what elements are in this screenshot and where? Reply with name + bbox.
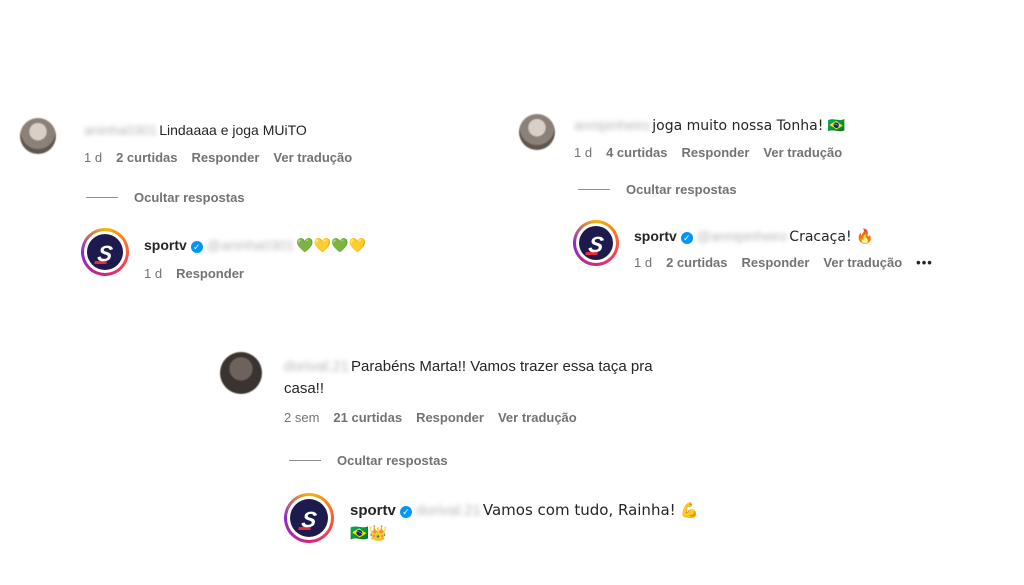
translate-button[interactable]: Ver tradução — [498, 410, 577, 425]
sportv-logo[interactable]: S — [81, 228, 129, 276]
avatar[interactable] — [20, 118, 56, 154]
mention-blurred[interactable]: @aninha0301 — [207, 236, 294, 254]
reply-username[interactable]: sportv — [144, 237, 187, 253]
reply-button[interactable]: Responder — [682, 145, 750, 160]
reply-time: 1 d — [144, 266, 163, 281]
more-options-icon[interactable]: ••• — [916, 255, 933, 270]
comment-text: joga muito nossa Tonha! 🇧🇷 — [652, 118, 846, 134]
reply-username[interactable]: sportv — [350, 502, 396, 519]
username-blurred[interactable]: aninha0301 — [84, 121, 157, 139]
comment-row: aninha0301 Lindaaaa e joga MUiTO — [84, 121, 307, 139]
reply-button[interactable]: Responder — [742, 255, 810, 270]
reply-button[interactable]: Responder — [176, 266, 244, 281]
hide-replies-button[interactable]: Ocultar respostas — [289, 453, 448, 468]
reply-meta: 1 d Responder — [144, 266, 258, 281]
comment-text-line1: Parabéns Marta!! Vamos trazer essa taça … — [351, 358, 653, 375]
reply-text-line1: Vamos com tudo, Rainha! 💪 — [482, 501, 700, 519]
avatar[interactable] — [519, 114, 555, 150]
reply-time: 1 d — [634, 255, 653, 270]
verified-badge-icon: ✓ — [399, 506, 412, 518]
username-blurred[interactable]: dorival.21 — [284, 356, 349, 378]
sportv-logo-letter: S — [299, 506, 318, 532]
translate-button[interactable]: Ver tradução — [763, 145, 842, 160]
translate-button[interactable]: Ver tradução — [273, 150, 352, 165]
hide-replies-button[interactable]: Ocultar respostas — [578, 182, 737, 197]
comment-time: 1 d — [574, 145, 593, 160]
verified-badge-icon: ✓ — [190, 241, 203, 253]
comment-time: 2 sem — [284, 410, 320, 425]
comment-time: 1 d — [84, 150, 103, 165]
comment-row: annipinheiro joga muito nossa Tonha! 🇧🇷 — [574, 116, 845, 135]
reply-username[interactable]: sportv — [634, 228, 677, 244]
verified-badge-icon: ✓ — [680, 232, 693, 244]
reply-text: 💚💛💚💛 — [296, 238, 366, 254]
translate-button[interactable]: Ver tradução — [823, 255, 902, 270]
sportv-logo-letter: S — [95, 240, 114, 266]
sportv-logo[interactable]: S — [284, 493, 334, 543]
hide-replies-button[interactable]: Ocultar respostas — [86, 190, 245, 205]
likes-link[interactable]: 21 curtidas — [333, 410, 402, 425]
comment-meta: 1 d 4 curtidas Responder Ver tradução — [574, 145, 856, 160]
sportv-logo-letter: S — [586, 231, 605, 257]
mention-blurred[interactable]: @annipinheiro — [697, 227, 788, 245]
comment-row: dorival.21 Parabéns Marta!! Vamos trazer … — [284, 356, 653, 400]
comment-text-line2: casa!! — [284, 380, 325, 397]
reply-button[interactable]: Responder — [416, 410, 484, 425]
likes-link[interactable]: 4 curtidas — [606, 145, 667, 160]
comment-meta: 1 d 2 curtidas Responder Ver tradução — [84, 150, 366, 165]
reply-text: Cracaça! 🔥 — [789, 229, 874, 245]
mention-blurred[interactable]: dorival.21 — [416, 500, 481, 522]
reply-row: sportv ✓ @annipinheiro Cracaça! 🔥 — [634, 227, 873, 246]
comment-text: Lindaaaa e joga MUiTO — [159, 122, 307, 138]
reply-button[interactable]: Responder — [192, 150, 260, 165]
reply-meta: 1 d 2 curtidas Responder Ver tradução ••• — [634, 255, 947, 270]
reply-row: sportv ✓ @aninha0301 💚💛💚💛 — [144, 236, 366, 255]
reply-row: sportv ✓ dorival.21 Vamos com tudo, Rainha!… — [350, 499, 699, 545]
avatar[interactable] — [220, 352, 262, 394]
likes-link[interactable]: 2 curtidas — [666, 255, 727, 270]
username-blurred[interactable]: annipinheiro — [574, 116, 650, 134]
comment-meta: 2 sem 21 curtidas Responder Ver tradução — [284, 410, 591, 425]
sportv-logo[interactable]: S — [573, 220, 619, 266]
reply-text-line2: 🇧🇷👑 — [350, 524, 388, 542]
likes-link[interactable]: 2 curtidas — [116, 150, 177, 165]
